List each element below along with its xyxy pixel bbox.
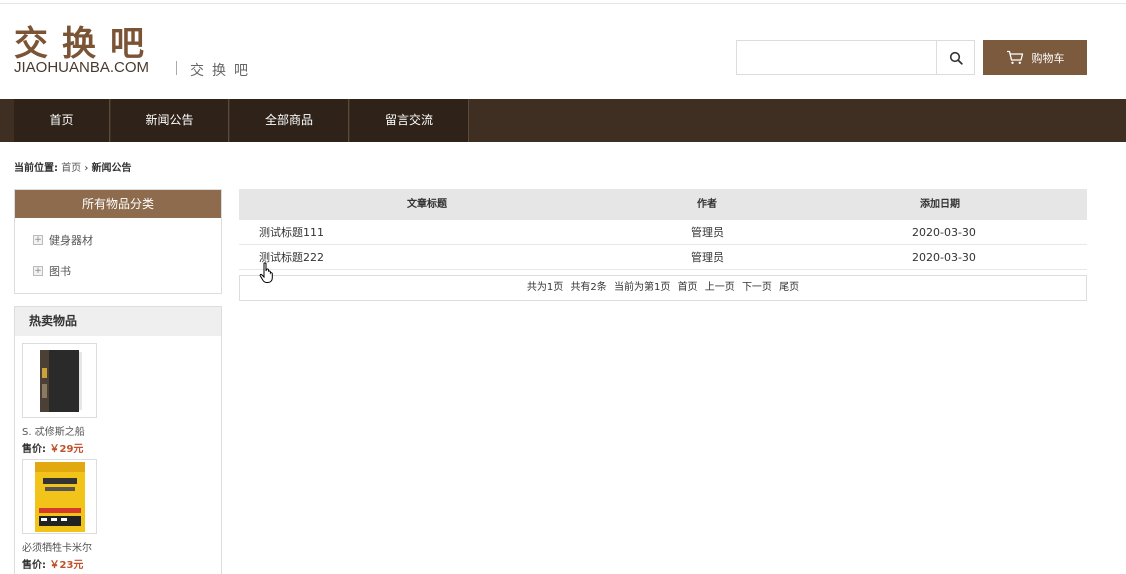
top-divider [0, 0, 1126, 4]
hot-products-title: 热卖物品 [15, 307, 221, 336]
product-price: 售价: ￥29元 [22, 440, 83, 455]
expand-plus-icon[interactable]: + [33, 266, 43, 276]
article-date: 2020-03-30 [912, 226, 976, 239]
column-header-date: 添加日期 [920, 199, 960, 210]
table-row: 测试标题111 管理员 2020-03-30 [239, 220, 1087, 245]
product-name[interactable]: 必须牺牲卡米尔 [22, 539, 92, 554]
pager-first-link[interactable]: 首页 [678, 282, 698, 293]
price-value: ￥23元 [49, 560, 84, 571]
hot-products-panel: 热卖物品 S. 忒修斯之船 售价: ￥29元 必须牺牲卡米尔 售价: ￥23元 [14, 306, 222, 574]
pager-next-link[interactable]: 下一页 [742, 282, 772, 293]
pager-last-link[interactable]: 尾页 [779, 282, 799, 293]
category-panel-title: 所有物品分类 [15, 190, 221, 218]
category-label: 健身器材 [49, 234, 93, 247]
price-value: ￥29元 [49, 444, 84, 455]
breadcrumb-home-link[interactable]: 首页 [61, 163, 81, 174]
price-label: 售价: [22, 444, 46, 455]
book-cover-image [23, 344, 96, 417]
table-header: 文章标题 作者 添加日期 [239, 189, 1087, 220]
pager-total-pages: 共为1页 [526, 282, 564, 293]
expand-plus-icon[interactable]: + [33, 235, 43, 245]
article-title-link[interactable]: 测试标题111 [259, 220, 324, 245]
product-name[interactable]: S. 忒修斯之船 [22, 423, 85, 438]
nav-item-home[interactable]: 首页 [14, 99, 110, 142]
category-item-fitness[interactable]: + 健身器材 [33, 232, 93, 248]
nav-item-news[interactable]: 新闻公告 [111, 99, 229, 142]
article-date: 2020-03-30 [912, 251, 976, 264]
logo-subtitle: 交换吧 [190, 63, 256, 79]
nav-item-messages[interactable]: 留言交流 [350, 99, 469, 142]
column-header-author: 作者 [697, 199, 717, 210]
pagination: 共为1页 共有2条 当前为第1页 首页 上一页 下一页 尾页 [239, 275, 1087, 301]
logo-separator [176, 61, 177, 75]
product-price: 售价: ￥23元 [22, 556, 83, 571]
breadcrumb-separator: › [84, 163, 89, 174]
pager-prev-link[interactable]: 上一页 [705, 282, 735, 293]
cart-label: 购物车 [1031, 51, 1065, 65]
article-author: 管理员 [691, 226, 724, 239]
price-label: 售价: [22, 560, 46, 571]
breadcrumb: 当前位置: 首页 › 新闻公告 [14, 159, 132, 174]
search-input[interactable] [736, 40, 937, 75]
shopping-cart-icon [1006, 50, 1023, 64]
column-header-title: 文章标题 [407, 199, 447, 210]
category-item-books[interactable]: + 图书 [33, 263, 71, 279]
hand-pointer-icon [259, 262, 273, 283]
table-row: 测试标题222 管理员 2020-03-30 [239, 245, 1087, 270]
product-thumbnail[interactable] [22, 343, 97, 418]
pager-current-page: 当前为第1页 [614, 282, 671, 293]
pager-total-items: 共有2条 [570, 282, 607, 293]
site-logo[interactable]: 交换吧 JIAOHUANBA.COM [14, 26, 158, 76]
category-panel: 所有物品分类 + 健身器材 + 图书 [14, 189, 222, 294]
search-button[interactable] [936, 40, 975, 75]
search-icon [949, 51, 963, 65]
article-author: 管理员 [691, 251, 724, 264]
cart-button[interactable]: 购物车 [983, 40, 1087, 75]
logo-chinese-text: 交换吧 [14, 24, 158, 64]
news-table: 文章标题 作者 添加日期 测试标题111 管理员 2020-03-30 测试标题… [239, 189, 1087, 301]
logo-english-text: JIAOHUANBA.COM [14, 59, 150, 76]
main-nav: 首页 新闻公告 全部商品 留言交流 [0, 99, 1126, 142]
book-cover-image [23, 460, 96, 533]
nav-item-all-products[interactable]: 全部商品 [230, 99, 349, 142]
product-thumbnail[interactable] [22, 459, 97, 534]
category-label: 图书 [49, 265, 71, 278]
breadcrumb-current: 新闻公告 [91, 163, 132, 174]
breadcrumb-prefix: 当前位置: [14, 163, 58, 174]
